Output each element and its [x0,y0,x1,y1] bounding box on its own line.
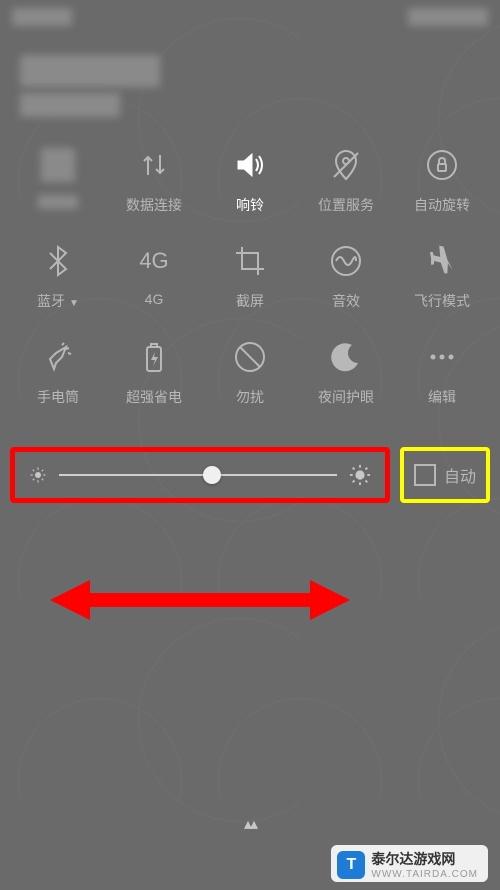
dots-icon [424,339,460,375]
tile-edit[interactable]: 编辑 [394,339,490,407]
red-double-arrow-annotation [50,570,350,630]
tile-location[interactable]: 位置服务 [298,147,394,215]
watermark: T 泰尔达游戏网 WWW.TAIRDA.COM [0,837,500,890]
brand-sub: WWW.TAIRDA.COM [371,869,478,880]
flashlight-icon [40,339,76,375]
tile-4g-label: 4G [145,291,164,307]
brightness-slider-container [10,447,390,503]
drag-handle-icon[interactable]: ▴▴ [244,814,256,834]
bluetooth-text: 蓝牙 [37,293,65,309]
date-area [0,35,500,147]
tile-sound-label: 响铃 [236,195,264,215]
tile-screenshot[interactable]: 截屏 [202,243,298,311]
tile-audio[interactable]: 音效 [298,243,394,311]
tile-data[interactable]: 数据连接 [106,147,202,215]
tile-edit-label: 编辑 [428,387,456,407]
tile-airplane[interactable]: 飞行模式 [394,243,490,311]
auto-brightness-checkbox[interactable] [414,464,436,486]
tile-powersave-label: 超强省电 [126,387,182,407]
lock-circle-icon [424,147,460,183]
chevron-down-icon: ▼ [69,298,79,309]
tile-dnd-label: 勿扰 [236,387,264,407]
tile-flashlight[interactable]: 手电筒 [10,339,106,407]
updown-icon [136,147,172,183]
airplane-icon [424,243,460,279]
tile-dnd[interactable]: 勿扰 [202,339,298,407]
tile-night[interactable]: 夜间护眼 [298,339,394,407]
tile-wlan[interactable] [10,147,106,215]
status-right-pixelated [408,8,488,26]
sun-max-icon [349,464,371,486]
brand-badge-icon: T [337,851,365,879]
4g-icon: 4G [136,243,172,279]
tile-location-label: 位置服务 [318,195,374,215]
tile-audio-label: 音效 [332,291,360,311]
tile-rotate[interactable]: 自动旋转 [394,147,490,215]
tile-bluetooth[interactable]: 蓝牙 ▼ [10,243,106,311]
tile-screenshot-label: 截屏 [236,291,264,311]
tile-sound[interactable]: 响铃 [202,147,298,215]
tile-4g[interactable]: 4G 4G [106,243,202,311]
date-line1-pixelated [20,55,160,87]
brightness-row: 自动 [0,447,500,503]
wlan-label-pixelated [38,195,78,209]
tile-flashlight-label: 手电筒 [37,387,79,407]
tile-bluetooth-label: 蓝牙 ▼ [37,291,79,311]
quick-settings-grid: 数据连接 响铃 位置服务 自 [0,147,500,407]
speaker-icon [232,147,268,183]
audio-effect-icon [328,243,364,279]
auto-brightness-label: 自动 [444,463,476,487]
tile-data-label: 数据连接 [126,195,182,215]
tile-airplane-label: 飞行模式 [414,291,470,311]
sun-min-icon [29,466,47,484]
status-left-pixelated [12,8,72,26]
status-bar [0,0,500,35]
tile-night-label: 夜间护眼 [318,387,374,407]
wlan-icon [40,147,76,183]
location-off-icon [328,147,364,183]
tile-rotate-label: 自动旋转 [414,195,470,215]
crop-icon [232,243,268,279]
moon-icon [328,339,364,375]
brightness-slider[interactable] [59,474,337,476]
dnd-circle-icon [232,339,268,375]
battery-charge-icon [136,339,172,375]
tile-powersave[interactable]: 超强省电 [106,339,202,407]
date-line2-pixelated [20,93,120,117]
bluetooth-icon [40,243,76,279]
auto-brightness-container[interactable]: 自动 [400,447,490,503]
brightness-slider-thumb[interactable] [203,466,221,484]
brand-name: 泰尔达游戏网 [371,851,455,867]
